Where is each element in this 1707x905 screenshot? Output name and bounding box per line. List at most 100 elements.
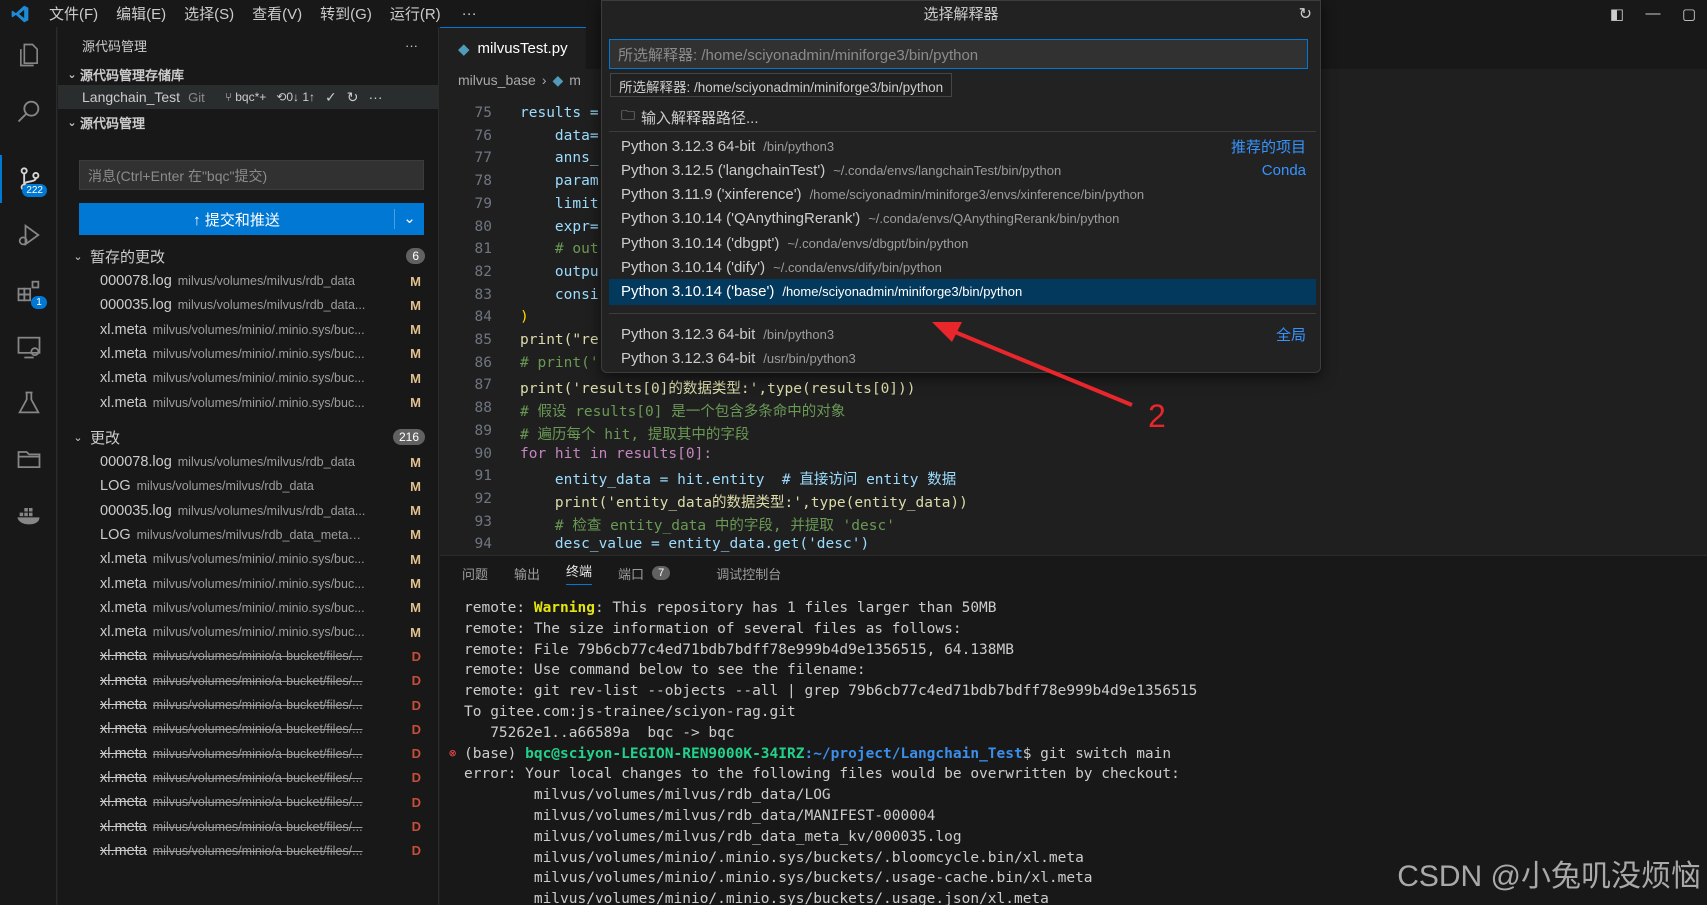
- menu-selection[interactable]: 选择(S): [175, 3, 243, 24]
- docker-icon[interactable]: [0, 491, 57, 539]
- source-control-sidebar: 源代码管理 ··· ⌄ 源代码管理存储库 Langchain_Test Git …: [58, 27, 439, 905]
- interpreter-path: ~/.conda/envs/dify/bin/python: [773, 260, 942, 275]
- maximize-icon[interactable]: ▢: [1671, 5, 1707, 23]
- repository-row[interactable]: Langchain_Test Git ⑂ bqc*+ ⟲0↓ 1↑ ✓ ↻ ··…: [58, 85, 438, 109]
- interpreter-option[interactable]: Python 3.11.9 ('xinference') /home/sciyon…: [609, 182, 1316, 208]
- sync-indicator[interactable]: ⟲0↓ 1↑: [276, 90, 315, 104]
- file-status: M: [410, 600, 421, 616]
- terminal-line: milvus/volumes/minio/.minio.sys/buckets/…: [464, 891, 1049, 905]
- file-row[interactable]: xl.meta milvus/volumes/minio/.minio.sys/b…: [58, 572, 438, 596]
- file-row[interactable]: 000078.log milvus/volumes/milvus/rdb_data…: [58, 450, 438, 474]
- commit-dropdown-icon[interactable]: ⌄: [394, 209, 424, 229]
- interpreter-option[interactable]: Python 3.10.14 ('base') /home/sciyonadmin…: [609, 278, 1316, 305]
- file-row[interactable]: xl.meta milvus/volumes/minio/a-bucket/fil…: [58, 742, 438, 766]
- interpreter-option[interactable]: Python 3.12.5 ('langchainTest') ~/.conda/…: [609, 157, 1316, 183]
- branch-indicator[interactable]: ⑂ bqc*+: [225, 90, 267, 104]
- file-row[interactable]: xl.meta milvus/volumes/minio/a-bucket/fil…: [58, 839, 438, 863]
- file-row[interactable]: xl.meta milvus/volumes/minio/.minio.sys/b…: [58, 547, 438, 571]
- search-icon[interactable]: [0, 87, 57, 135]
- code-text: param: [520, 173, 599, 190]
- tab-output[interactable]: 输出: [514, 564, 540, 583]
- interpreter-label: Python 3.12.3 64-bit: [621, 137, 756, 155]
- interpreter-option[interactable]: Python 3.12.3 64-bit/usr/bin/python3: [609, 345, 1316, 371]
- interpreter-option[interactable]: Python 3.10.14 ('dbgpt') ~/.conda/envs/db…: [609, 230, 1316, 256]
- file-row[interactable]: LOG milvus/volumes/milvus/rdb_data_meta_k…: [58, 523, 438, 547]
- code-text: # 假设 results[0] 是一个包含多条命中的对象: [520, 404, 846, 421]
- refresh-icon[interactable]: ↻: [1299, 1, 1312, 29]
- refresh-icon[interactable]: ↻: [347, 89, 359, 106]
- menu-file[interactable]: 文件(F): [40, 3, 107, 24]
- repositories-section-header[interactable]: ⌄ 源代码管理存储库: [58, 63, 438, 85]
- tab-terminal[interactable]: 终端: [566, 561, 593, 585]
- commit-and-push-button[interactable]: ↑ 提交和推送 ⌄: [79, 203, 424, 235]
- breadcrumb-folder[interactable]: milvus_base: [458, 72, 536, 88]
- source-control-icon[interactable]: 222: [0, 155, 57, 203]
- code-line: 76 data=: [440, 128, 599, 151]
- interpreter-option[interactable]: Python 3.10.14 ('dify') ~/.conda/envs/dif…: [609, 255, 1316, 281]
- annotation-number: 2: [1148, 398, 1166, 434]
- vscode-logo-icon: [0, 0, 40, 27]
- menu-more-button[interactable]: ···: [450, 5, 489, 22]
- file-status: M: [410, 370, 421, 386]
- file-row[interactable]: xl.meta milvus/volumes/minio/a-bucket/fil…: [58, 717, 438, 741]
- tab-milvustest[interactable]: ◆ milvusTest.py: [440, 27, 586, 69]
- file-row[interactable]: xl.meta milvus/volumes/minio/a-bucket/fil…: [58, 669, 438, 693]
- menu-view[interactable]: 查看(V): [243, 3, 311, 24]
- interpreter-option[interactable]: Python 3.10.14 ('QAnythingRerank') ~/.con…: [609, 206, 1316, 232]
- interpreter-search-input[interactable]: 所选解释器: /home/sciyonadmin/miniforge3/bin/…: [609, 39, 1308, 69]
- testing-icon[interactable]: [0, 379, 57, 427]
- file-row[interactable]: xl.meta milvus/volumes/minio/.minio.sys/b…: [58, 620, 438, 644]
- menu-run[interactable]: 运行(R): [381, 3, 450, 24]
- interpreter-tag: Conda: [1261, 161, 1306, 179]
- terminal-output[interactable]: remote: Warning: This repository has 1 f…: [449, 600, 1197, 905]
- changes-header[interactable]: ⌄ 更改 216: [58, 425, 438, 449]
- repo-more-icon[interactable]: ···: [369, 89, 383, 105]
- file-status: M: [410, 454, 421, 470]
- staged-changes-header[interactable]: ⌄ 暂存的更改 6: [58, 244, 438, 268]
- interpreter-option[interactable]: Python 3.12.3 64-bit/bin/python3 全局: [609, 321, 1316, 347]
- tab-debug-console[interactable]: 调试控制台: [716, 564, 781, 583]
- interpreter-label: Python 3.10.14 ('QAnythingRerank'): [621, 210, 861, 228]
- file-path: milvus/volumes/minio/a-bucket/files/...: [152, 698, 363, 712]
- explorer-icon[interactable]: [0, 31, 57, 79]
- file-row[interactable]: xl.meta milvus/volumes/minio/.minio.sys/b…: [58, 391, 438, 415]
- file-row[interactable]: xl.meta milvus/volumes/minio/a-bucket/fil…: [58, 693, 438, 717]
- toggle-sidebar-icon[interactable]: ◧: [1599, 5, 1635, 23]
- file-row[interactable]: LOG milvus/volumes/milvus/rdb_data M: [58, 474, 438, 498]
- file-name: xl.meta: [100, 370, 147, 387]
- file-row[interactable]: xl.meta milvus/volumes/minio/a-bucket/fil…: [58, 644, 438, 668]
- commit-check-icon[interactable]: ✓: [325, 89, 337, 106]
- file-row[interactable]: xl.meta milvus/volumes/minio/.minio.sys/b…: [58, 596, 438, 620]
- sidebar-more-button[interactable]: ···: [405, 38, 418, 53]
- scm-section-header[interactable]: ⌄ 源代码管理: [58, 111, 438, 133]
- file-row[interactable]: 000035.log milvus/volumes/milvus/rdb_data…: [58, 293, 438, 317]
- tab-ports[interactable]: 端口: [618, 564, 644, 583]
- file-row[interactable]: xl.meta milvus/volumes/minio/a-bucket/fil…: [58, 766, 438, 790]
- file-row[interactable]: 000078.log milvus/volumes/milvus/rdb_data…: [58, 269, 438, 293]
- file-row[interactable]: 000035.log milvus/volumes/milvus/rdb_data…: [58, 499, 438, 523]
- code-text: print('results[0]的数据类型:',type(results[0]…: [520, 381, 916, 398]
- line-number: 90: [474, 445, 492, 462]
- code-text: ): [520, 309, 529, 326]
- extensions-icon[interactable]: 1: [0, 267, 57, 315]
- file-row[interactable]: xl.meta milvus/volumes/minio/a-bucket/fil…: [58, 790, 438, 814]
- enter-interpreter-path-item[interactable]: 🗀 输入解释器路径...: [609, 104, 1316, 130]
- folder-icon[interactable]: [0, 435, 57, 483]
- file-row[interactable]: xl.meta milvus/volumes/minio/.minio.sys/b…: [58, 342, 438, 366]
- commit-message-input[interactable]: 消息(Ctrl+Enter 在"bqc"提交): [79, 160, 424, 190]
- interpreter-option[interactable]: Python 3.12.3 64-bit/bin/python3 推荐的项目: [609, 133, 1316, 159]
- file-row[interactable]: xl.meta milvus/volumes/minio/.minio.sys/b…: [58, 366, 438, 390]
- menu-edit[interactable]: 编辑(E): [107, 3, 175, 24]
- run-debug-icon[interactable]: [0, 211, 57, 259]
- terminal-line: 75262e1..a66589a bqc -> bqc: [464, 724, 735, 741]
- breadcrumb-file[interactable]: m: [569, 72, 581, 88]
- minimize-icon[interactable]: —: [1635, 5, 1671, 22]
- file-path: milvus/volumes/milvus/rdb_data_meta_kv: [136, 527, 367, 542]
- remote-explorer-icon[interactable]: [0, 323, 57, 371]
- file-row[interactable]: xl.meta milvus/volumes/minio/.minio.sys/b…: [58, 318, 438, 342]
- menu-go[interactable]: 转到(G): [311, 3, 381, 24]
- tab-problems[interactable]: 问题: [462, 564, 488, 583]
- file-row[interactable]: xl.meta milvus/volumes/minio/a-bucket/fil…: [58, 815, 438, 839]
- code-text: print("re: [520, 332, 599, 348]
- quickpick-title: 选择解释器: [923, 6, 999, 23]
